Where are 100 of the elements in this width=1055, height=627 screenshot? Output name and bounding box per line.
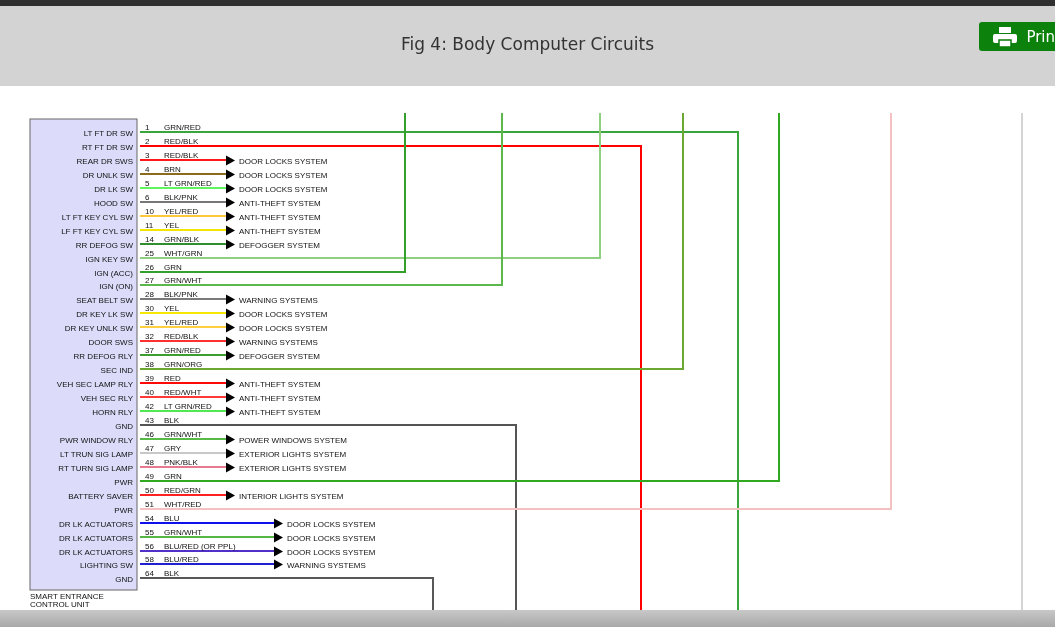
wire-number: 14 <box>145 234 154 244</box>
wire-number: 47 <box>145 443 154 453</box>
system-label: WARNING SYSTEMS <box>287 560 366 570</box>
wire-number: 26 <box>145 262 154 272</box>
arrowhead <box>226 211 235 222</box>
wire-color-code: GRN/WHT <box>164 429 203 439</box>
pin-label: IGN KEY SW <box>85 254 133 264</box>
pin-label: DR LK ACTUATORS <box>59 533 133 543</box>
pin-label: SEC IND <box>100 365 133 375</box>
arrowhead <box>226 197 235 208</box>
arrowhead <box>226 336 235 347</box>
wire-color-code: BLK/PNK <box>164 192 198 202</box>
arrowhead <box>274 559 283 570</box>
system-label: DOOR LOCKS SYSTEM <box>239 184 328 194</box>
wire-number: 32 <box>145 331 154 341</box>
system-label: DEFOGGER SYSTEM <box>239 351 320 361</box>
wire-color-code: GRN/RED <box>164 345 201 355</box>
pin-label: GND <box>115 421 133 431</box>
module-name: SMART ENTRANCE CONTROL UNIT <box>30 592 104 609</box>
wire-number: 48 <box>145 457 154 467</box>
arrowhead <box>274 546 283 557</box>
system-label: ANTI-THEFT SYSTEM <box>239 198 321 208</box>
system-label: DOOR LOCKS SYSTEM <box>239 170 328 180</box>
system-label: ANTI-THEFT SYSTEM <box>239 379 321 389</box>
arrowhead <box>226 490 235 501</box>
wire-number: 55 <box>145 527 154 537</box>
pin-label: HORN RLY <box>92 407 133 417</box>
wire-number: 25 <box>145 248 154 258</box>
arrowhead <box>274 532 283 543</box>
pin-label: DOOR SWS <box>88 337 133 347</box>
arrowhead <box>226 183 235 194</box>
wire-color-code: YEL/RED <box>164 317 199 327</box>
wire-number: 28 <box>145 289 154 299</box>
pin-label: PWR WINDOW RLY <box>59 435 133 445</box>
pin-label: SEAT BELT SW <box>76 295 133 305</box>
system-label: EXTERIOR LIGHTS SYSTEM <box>239 449 347 459</box>
pin-label: DR LK ACTUATORS <box>59 519 133 529</box>
wire-color-code: RED/GRN <box>164 485 201 495</box>
arrowhead <box>226 225 235 236</box>
pin-label: BATTERY SAVER <box>68 491 133 501</box>
wire-color-code: GRN/WHT <box>164 275 203 285</box>
arrowhead <box>226 434 235 445</box>
wire-number: 37 <box>145 345 154 355</box>
wire-number: 42 <box>145 401 154 411</box>
wire-color-code: WHT/RED <box>164 499 202 509</box>
wire-number: 40 <box>145 387 154 397</box>
pin-label: RT FT DR SW <box>81 142 133 152</box>
system-label: POWER WINDOWS SYSTEM <box>239 435 347 445</box>
wire-number: 1 <box>145 122 150 132</box>
system-label: DOOR LOCKS SYSTEM <box>239 309 328 319</box>
wire-color-code: RED/BLK <box>164 331 199 341</box>
wire-number: 30 <box>145 303 154 313</box>
wire-color-code: LT GRN/RED <box>164 178 212 188</box>
wire-color-code: PNK/BLK <box>164 457 198 467</box>
wire-number: 50 <box>145 485 154 495</box>
wire-number: 2 <box>145 136 150 146</box>
arrowhead <box>226 322 235 333</box>
wire-number: 38 <box>145 359 154 369</box>
system-label: DOOR LOCKS SYSTEM <box>287 547 376 557</box>
arrowhead <box>226 169 235 180</box>
wire-number: 58 <box>145 554 154 564</box>
pin-label: IGN (ON) <box>99 281 133 291</box>
wire-number: 27 <box>145 275 154 285</box>
pin-label: VEH SEC LAMP RLY <box>56 379 133 389</box>
system-label: ANTI-THEFT SYSTEM <box>239 407 321 417</box>
pin-label: RR DEFOG SW <box>75 240 133 250</box>
arrowhead <box>226 155 235 166</box>
system-label: EXTERIOR LIGHTS SYSTEM <box>239 463 347 473</box>
pin-label: RR DEFOG RLY <box>73 351 133 361</box>
pin-label: LIGHTING SW <box>80 560 133 570</box>
wire-number: 51 <box>145 499 154 509</box>
wire-color-code: BLK <box>164 415 180 425</box>
system-label: ANTI-THEFT SYSTEM <box>239 212 321 222</box>
wire-color-code: BLK/PNK <box>164 289 198 299</box>
system-label: DOOR LOCKS SYSTEM <box>287 533 376 543</box>
arrowhead <box>226 392 235 403</box>
pin-label: LT TRUN SIG LAMP <box>60 449 133 459</box>
pin-label: DR LK ACTUATORS <box>59 547 133 557</box>
wire-number: 5 <box>145 178 150 188</box>
pin-label: VEH SEC RLY <box>80 393 133 403</box>
pin-label: REAR DR SWS <box>76 156 133 166</box>
system-label: DOOR LOCKS SYSTEM <box>239 156 328 166</box>
wire-color-code: GRN/WHT <box>164 527 203 537</box>
wire-color-code: GRY <box>164 443 182 453</box>
arrowhead <box>226 294 235 305</box>
wire-number: 4 <box>145 164 150 174</box>
wire-color-code: BLK <box>164 568 180 578</box>
wire-number: 49 <box>145 471 154 481</box>
arrowhead <box>274 518 283 529</box>
pin-label: LT FT DR SW <box>83 128 133 138</box>
pin-label: RT TURN SIG LAMP <box>58 463 133 473</box>
system-label: WARNING SYSTEMS <box>239 337 318 347</box>
wire-number: 56 <box>145 541 154 551</box>
print-button[interactable]: Prin <box>979 22 1055 51</box>
wire-color-code: LT GRN/RED <box>164 401 212 411</box>
arrowhead <box>226 448 235 459</box>
wire-number: 46 <box>145 429 154 439</box>
wire-color-code: GRN/ORG <box>164 359 203 369</box>
system-label: WARNING SYSTEMS <box>239 295 318 305</box>
pin-label: PWR <box>114 505 133 515</box>
